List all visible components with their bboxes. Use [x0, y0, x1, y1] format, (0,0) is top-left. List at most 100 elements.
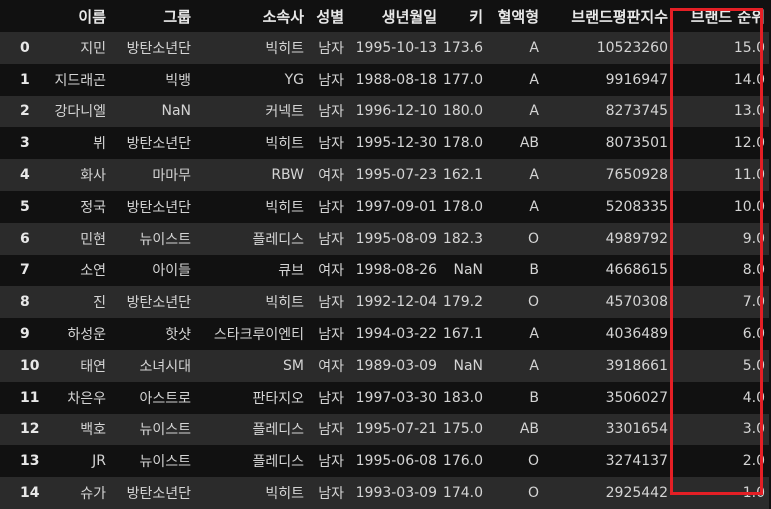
name-cell: 진: [93, 295, 106, 312]
row-index: 1: [20, 71, 30, 88]
row-index: 0: [20, 39, 30, 56]
gender-cell: 여자: [318, 168, 344, 185]
brand-rank-cell: 10.0: [733, 198, 765, 215]
name-cell: 강다니엘: [54, 104, 106, 121]
header-row: 이름 그룹 소속사 성별 생년월일 키 혈액형 브랜드평판지수 브랜드 순위: [0, 0, 769, 32]
table-row: 11 차은우 아스트로 판타지오 남자 1997-03-30 183.0 B 3506027 4.…: [0, 381, 769, 414]
height-cell: 183.0: [442, 389, 483, 406]
agency-cell: 스타크루이엔티: [213, 327, 304, 344]
agency-cell: 커넥트: [265, 104, 304, 121]
brand-rank-cell: 4.0: [742, 389, 765, 406]
name-header: 이름: [78, 7, 106, 26]
gender-cell: 남자: [318, 40, 344, 57]
gender-cell: 남자: [318, 327, 344, 344]
bloodtype-cell: A: [529, 326, 539, 343]
name-cell: 차은우: [67, 390, 106, 407]
gender-cell: 남자: [318, 422, 344, 439]
height-cell: 179.2: [442, 294, 483, 311]
name-cell: 소연: [80, 263, 106, 280]
brand-index-cell: 3506027: [605, 389, 668, 406]
name-cell: 지드래곤: [54, 72, 106, 89]
bloodtype-cell: O: [527, 294, 539, 311]
height-cell: 176.0: [442, 453, 483, 470]
agency-cell: 빅히트: [265, 295, 304, 312]
bloodtype-cell: B: [529, 389, 539, 406]
agency-cell: 빅히트: [265, 40, 304, 57]
brand-index-cell: 3274137: [605, 453, 668, 470]
group-cell: 방탄소년단: [126, 40, 191, 57]
agency-cell: 큐브: [278, 263, 304, 280]
table-row: 8 진 방탄소년단 빅히트 남자 1992-12-04 179.2 O 4570308 7.0: [0, 286, 769, 319]
name-cell: 민현: [80, 231, 106, 248]
brand-index-cell: 4036489: [605, 326, 668, 343]
bloodtype-cell: AB: [519, 421, 539, 438]
row-index: 5: [20, 198, 30, 215]
table-row: 6 민현 뉴이스트 플레디스 남자 1995-08-09 182.3 O 4989792 9.0: [0, 222, 769, 255]
index-header: [0, 0, 42, 32]
row-index: 4: [20, 167, 30, 184]
height-header: 키: [469, 7, 483, 26]
group-cell: 소녀시대: [139, 358, 191, 375]
name-cell: 뷔: [93, 136, 106, 153]
group-cell: 핫샷: [165, 327, 191, 344]
group-cell: 뉴이스트: [139, 454, 191, 471]
gender-cell: 남자: [318, 231, 344, 248]
brand-rank-cell: 13.0: [733, 103, 765, 120]
height-cell: 182.3: [442, 230, 483, 247]
gender-cell: 남자: [318, 72, 344, 89]
agency-cell: 빅히트: [265, 199, 304, 216]
brand-rank-cell: 3.0: [742, 421, 765, 438]
name-cell: 슈가: [80, 486, 106, 503]
group-cell: 마마무: [152, 168, 191, 185]
bloodtype-cell: O: [527, 485, 539, 502]
gender-cell: 남자: [318, 104, 344, 121]
brand-index-cell: 2925442: [605, 485, 668, 502]
brand-index-header: 브랜드평판지수: [571, 7, 668, 26]
bloodtype-cell: O: [527, 453, 539, 470]
row-index: 11: [20, 389, 40, 406]
name-cell: 하성운: [67, 327, 106, 344]
birthdate-cell: 1995-12-30: [355, 135, 437, 152]
brand-rank-cell: 5.0: [742, 357, 765, 374]
dataframe-output: 이름 그룹 소속사 성별 생년월일 키 혈액형 브랜드평판지수 브랜드 순위 0 지민 방탄소년단 빅…: [0, 0, 771, 509]
name-cell: 지민: [80, 40, 106, 57]
brand-index-cell: 4989792: [605, 230, 668, 247]
birthdate-cell: 1995-07-23: [355, 167, 437, 184]
height-cell: NaN: [453, 357, 483, 374]
brand-index-cell: 5208335: [605, 198, 668, 215]
brand-rank-header: 브랜드 순위: [690, 7, 765, 26]
row-index: 10: [20, 357, 40, 374]
table-row: 7 소연 아이들 큐브 여자 1998-08-26 NaN B 4668615 8.0: [0, 254, 769, 287]
height-cell: 175.0: [442, 421, 483, 438]
bloodtype-cell: A: [529, 103, 539, 120]
birthdate-cell: 1997-09-01: [355, 198, 437, 215]
gender-cell: 여자: [318, 358, 344, 375]
table-row: 13 JR 뉴이스트 플레디스 남자 1995-06-08 176.0 O 3274137 2.0: [0, 445, 769, 478]
brand-index-cell: 4668615: [605, 262, 668, 279]
table-row: 12 백호 뉴이스트 플레디스 남자 1995-07-21 175.0 AB 3301654 3.…: [0, 413, 769, 446]
group-cell: 아스트로: [139, 390, 191, 407]
row-index: 12: [20, 421, 40, 438]
bloodtype-header: 혈액형: [497, 7, 539, 26]
row-index: 2: [20, 103, 30, 120]
gender-cell: 남자: [318, 295, 344, 312]
birthdate-cell: 1989-03-09: [355, 357, 437, 374]
bloodtype-cell: O: [527, 230, 539, 247]
bloodtype-cell: A: [529, 71, 539, 88]
brand-rank-cell: 2.0: [742, 453, 765, 470]
table-row: 4 화사 마마무 RBW 여자 1995-07-23 162.1 A 7650928 11.0: [0, 159, 769, 191]
birthdate-cell: 1995-08-09: [355, 230, 437, 247]
bloodtype-cell: A: [529, 39, 539, 56]
birthdate-cell: 1995-06-08: [355, 453, 437, 470]
height-cell: 180.0: [442, 103, 483, 120]
height-cell: 173.6: [442, 39, 483, 56]
height-cell: 178.0: [442, 198, 483, 215]
agency-cell: RBW: [271, 167, 304, 184]
brand-index-cell: 7650928: [605, 167, 668, 184]
group-header: 그룹: [163, 7, 191, 26]
bloodtype-cell: A: [529, 357, 539, 374]
birthdate-cell: 1992-12-04: [355, 294, 437, 311]
group-cell: 방탄소년단: [126, 486, 191, 503]
name-cell: 화사: [80, 168, 106, 185]
bloodtype-cell: A: [529, 198, 539, 215]
